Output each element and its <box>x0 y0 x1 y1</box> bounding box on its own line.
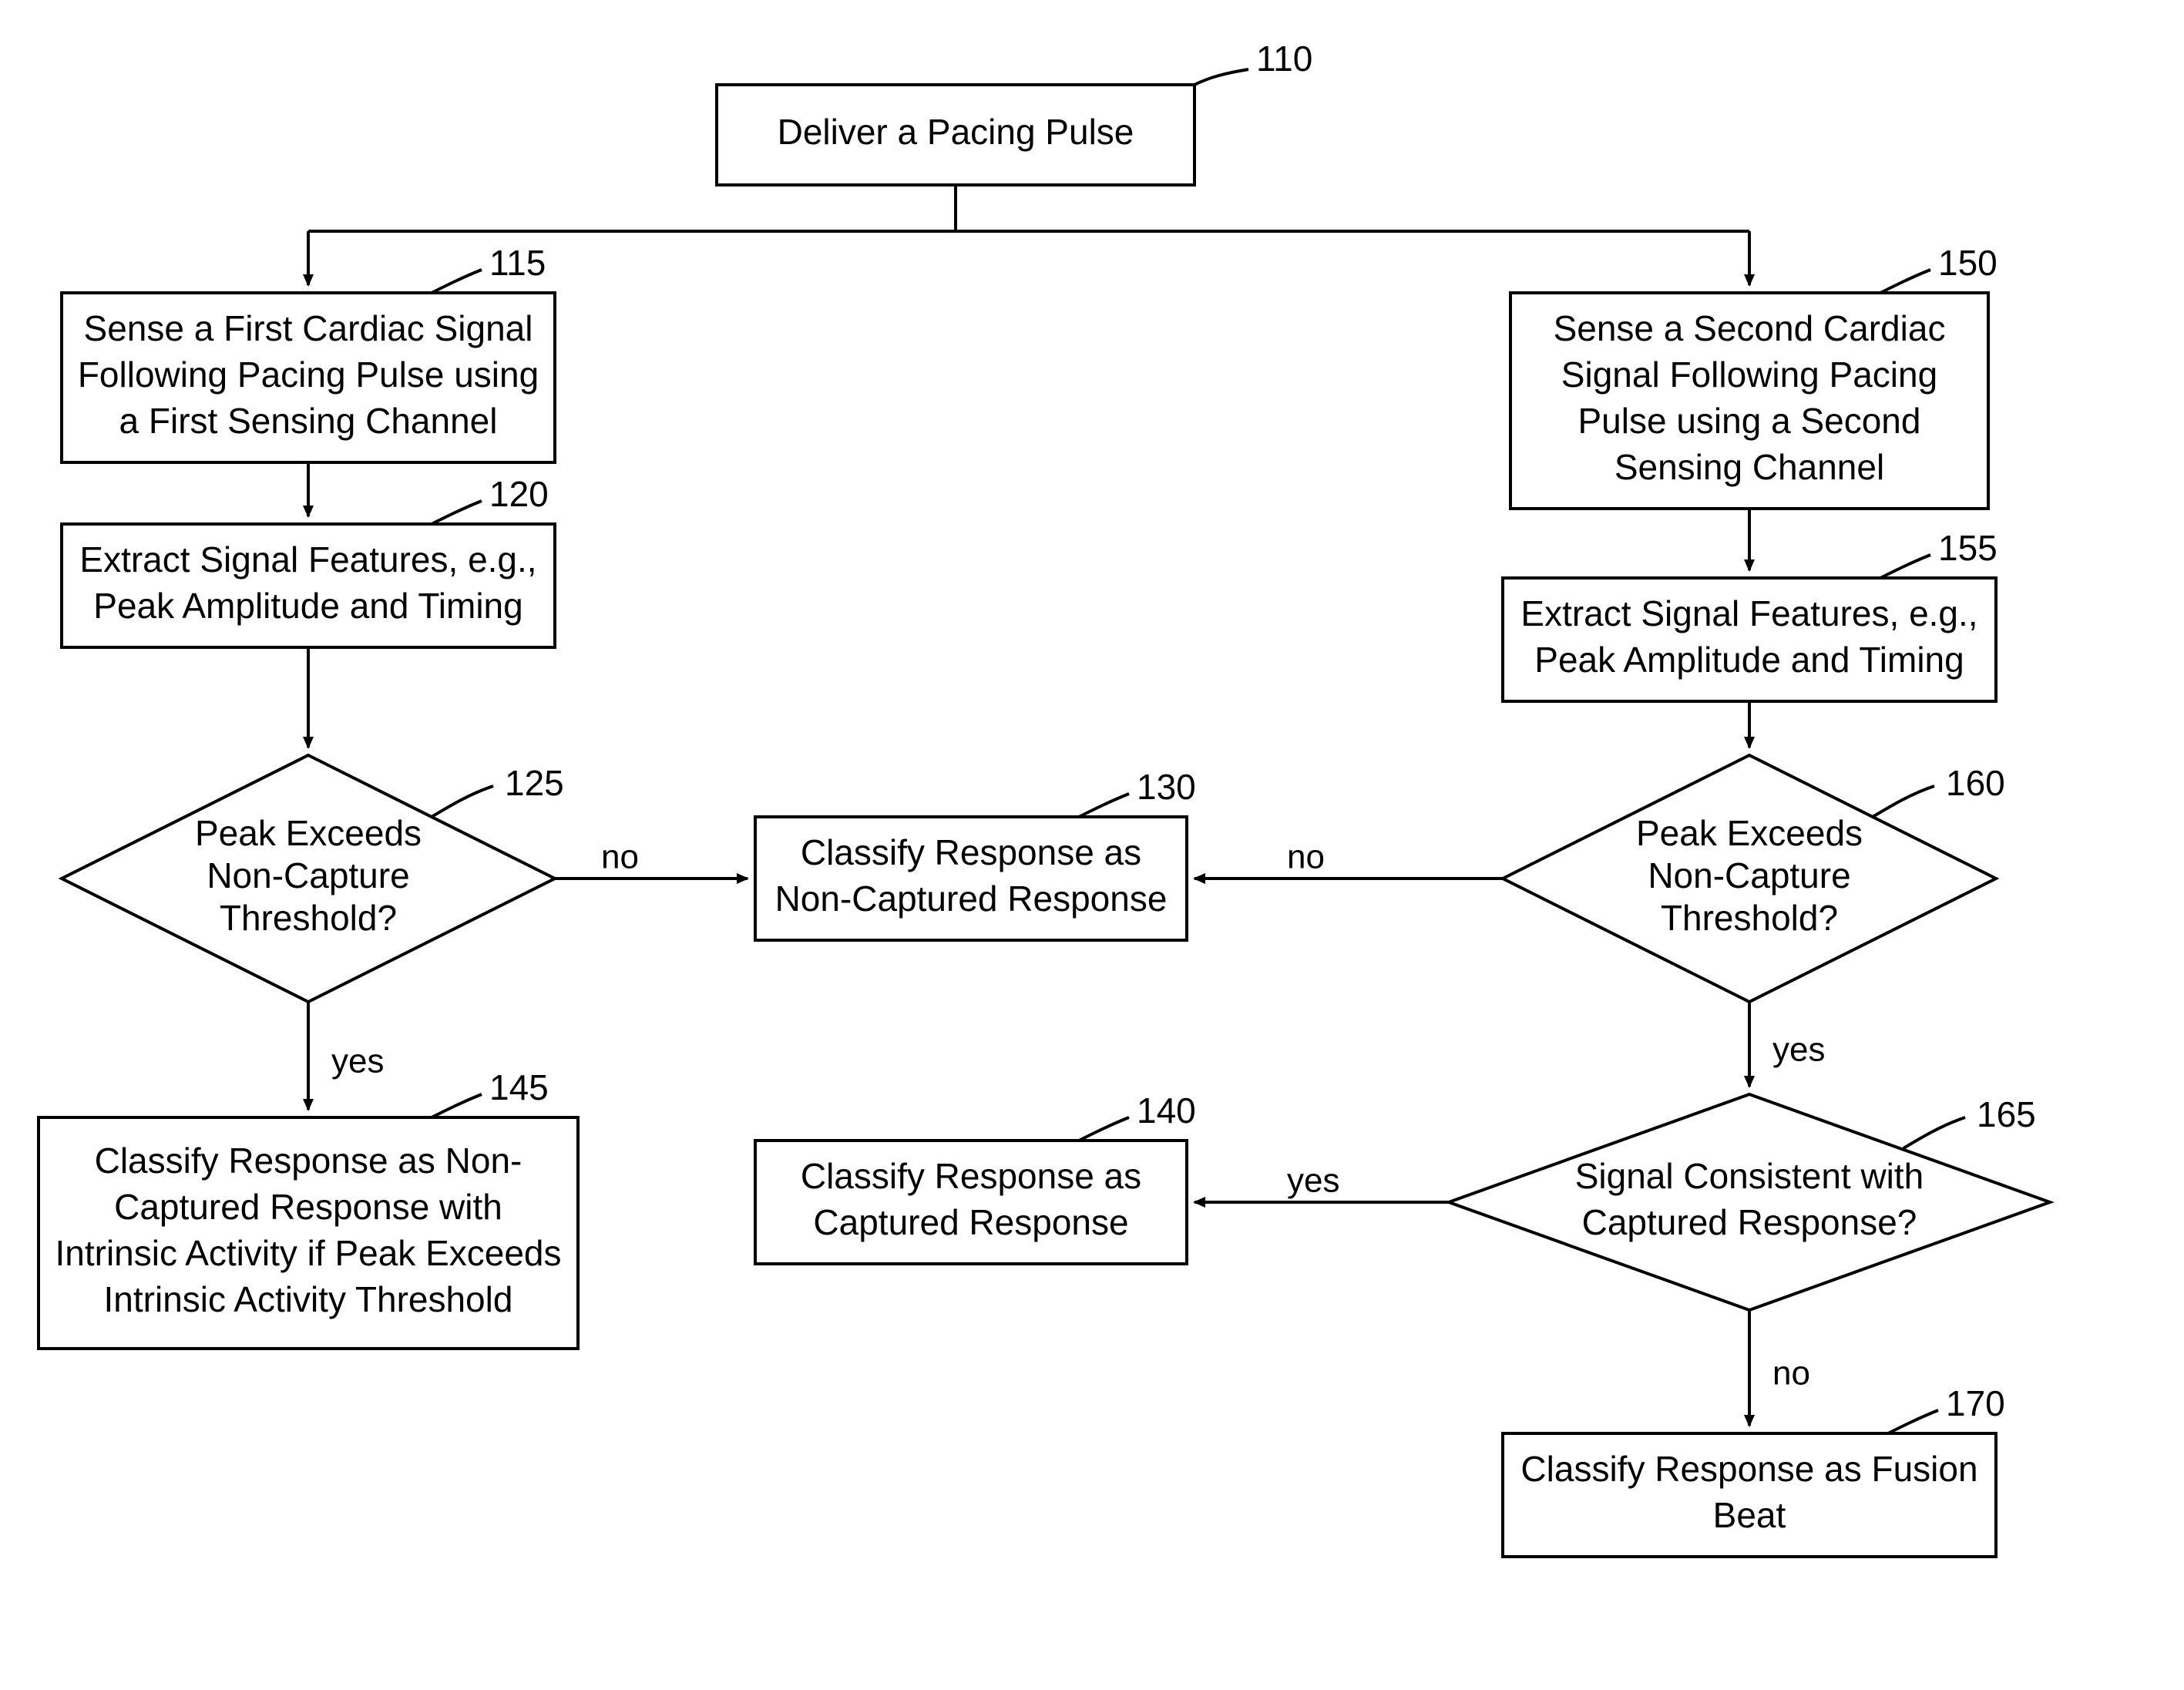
ref-160: 160 <box>1946 763 2005 803</box>
ref-125: 125 <box>505 763 564 803</box>
ref-165: 165 <box>1977 1094 2036 1134</box>
ref-130: 130 <box>1137 767 1196 807</box>
node-165: 165 Signal Consistent with Captured Resp… <box>1449 1094 2050 1310</box>
text-125-0: Peak Exceeds <box>195 813 422 853</box>
edge-125-no: no <box>601 838 639 876</box>
edge-160-no: no <box>1287 838 1325 876</box>
node-170: 170 Classify Response as Fusion Beat <box>1503 1383 2005 1557</box>
text-145-0: Classify Response as Non- <box>95 1141 522 1181</box>
text-120-0: Extract Signal Features, e.g., <box>79 539 536 580</box>
edge-160-yes: yes <box>1772 1031 1825 1069</box>
ref-110: 110 <box>1256 39 1312 79</box>
edge-125-yes: yes <box>331 1043 384 1080</box>
text-160-1: Non-Capture <box>1648 855 1850 895</box>
ref-170: 170 <box>1946 1383 2005 1423</box>
node-150: 150 Sense a Second Cardiac Signal Follow… <box>1510 243 1998 509</box>
node-110: 110 Deliver a Pacing Pulse <box>717 39 1312 185</box>
text-110-0: Deliver a Pacing Pulse <box>778 112 1134 152</box>
ref-120: 120 <box>489 474 549 514</box>
ref-150: 150 <box>1938 243 1998 283</box>
text-165-0: Signal Consistent with <box>1575 1156 1924 1196</box>
ref-140: 140 <box>1137 1090 1196 1131</box>
text-125-1: Non-Capture <box>207 855 409 895</box>
node-160: 160 Peak Exceeds Non-Capture Threshold? <box>1503 755 2005 1002</box>
text-120-1: Peak Amplitude and Timing <box>93 586 522 626</box>
edge-165-no: no <box>1772 1355 1810 1393</box>
node-125: 125 Peak Exceeds Non-Capture Threshold? <box>62 755 564 1002</box>
text-115-0: Sense a First Cardiac Signal <box>84 308 533 348</box>
text-130-1: Non-Captured Response <box>775 879 1168 919</box>
text-160-0: Peak Exceeds <box>1636 813 1863 853</box>
text-170-1: Beat <box>1713 1495 1786 1535</box>
text-115-2: a First Sensing Channel <box>119 401 498 441</box>
text-115-1: Following Pacing Pulse using <box>78 354 539 395</box>
text-170-0: Classify Response as Fusion <box>1520 1449 1977 1489</box>
text-160-2: Threshold? <box>1661 898 1838 938</box>
ref-155: 155 <box>1938 528 1998 568</box>
ref-145: 145 <box>489 1067 549 1107</box>
text-140-0: Classify Response as <box>801 1156 1141 1196</box>
text-155-0: Extract Signal Features, e.g., <box>1520 593 1977 633</box>
text-125-2: Threshold? <box>220 898 397 938</box>
text-145-1: Captured Response with <box>114 1187 502 1227</box>
ref-115: 115 <box>489 243 546 283</box>
node-130: 130 Classify Response as Non-Captured Re… <box>755 767 1196 940</box>
text-155-1: Peak Amplitude and Timing <box>1534 640 1964 680</box>
text-145-2: Intrinsic Activity if Peak Exceeds <box>55 1233 561 1273</box>
text-150-3: Sensing Channel <box>1614 447 1884 487</box>
text-165-1: Captured Response? <box>1582 1202 1917 1242</box>
node-140: 140 Classify Response as Captured Respon… <box>755 1090 1196 1264</box>
text-140-1: Captured Response <box>813 1202 1128 1242</box>
edge-165-yes: yes <box>1287 1162 1339 1200</box>
text-130-0: Classify Response as <box>801 832 1141 872</box>
text-145-3: Intrinsic Activity Threshold <box>104 1279 513 1319</box>
text-150-2: Pulse using a Second <box>1578 401 1921 441</box>
text-150-0: Sense a Second Cardiac <box>1554 308 1946 348</box>
text-150-1: Signal Following Pacing <box>1561 354 1937 395</box>
